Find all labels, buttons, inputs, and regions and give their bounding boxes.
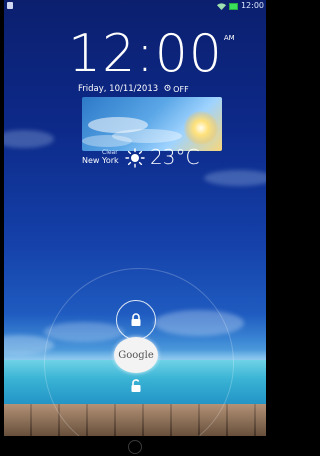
status-bar: 12:00 [4, 0, 266, 12]
clock: 12:00 AM [68, 26, 235, 82]
alarm-icon [164, 84, 171, 94]
weather-widget[interactable] [82, 97, 222, 151]
date-text: Friday, 10/11/2013 [78, 84, 159, 94]
sun-icon [125, 148, 145, 172]
unlock-icon[interactable] [129, 378, 143, 394]
clock-ampm: AM [223, 34, 235, 42]
google-search-button[interactable]: Google [114, 337, 158, 373]
navigation-bar [4, 436, 266, 456]
lock-screen: 12:00 12:00 AM Friday, 10/11/2013 OFF Cl… [0, 0, 266, 456]
lock-icon[interactable] [116, 300, 156, 340]
weather-city: New York [82, 156, 119, 165]
notification-icon [7, 2, 13, 9]
status-time: 12:00 [240, 1, 264, 10]
wifi-icon [216, 2, 226, 10]
weather-temperature: 23°C [150, 145, 200, 169]
google-label: Google [118, 349, 154, 361]
alarm-status: OFF [173, 84, 189, 94]
sun-image [184, 111, 218, 145]
clock-time: 12:00 [68, 24, 223, 84]
battery-icon [228, 2, 238, 10]
weather-condition: Clear [102, 149, 118, 156]
weather-info: Clear New York 23°C [80, 145, 230, 172]
home-button[interactable] [128, 440, 142, 454]
date-row: Friday, 10/11/2013 OFF [78, 84, 189, 94]
